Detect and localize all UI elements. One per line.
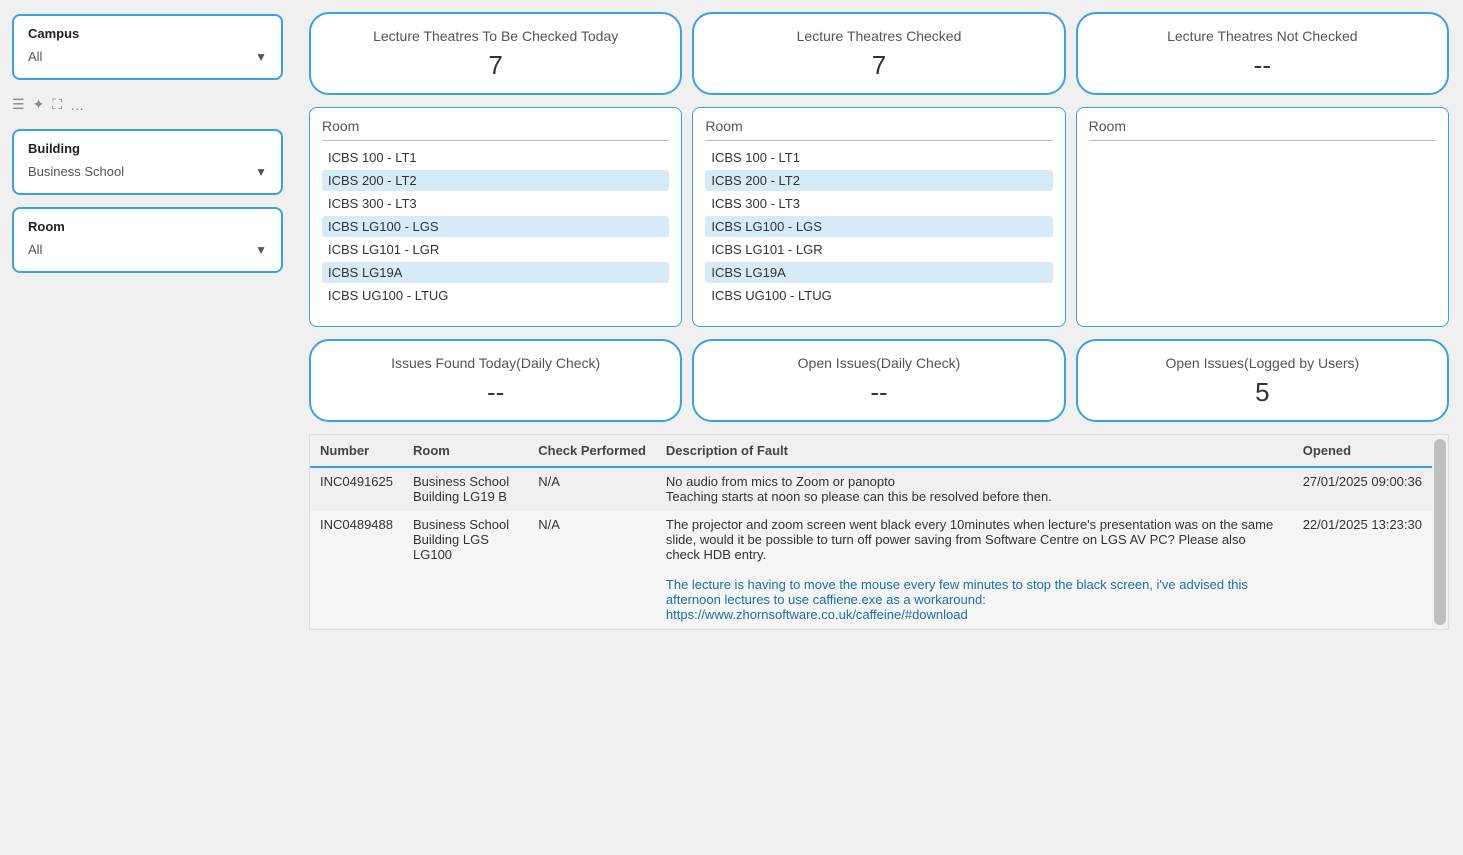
stat-card-open-daily: Open Issues(Daily Check) -- [692,339,1065,422]
room-card-to-check-header: Room [322,118,669,141]
campus-label: Campus [28,26,267,41]
to-be-checked-title: Lecture Theatres To Be Checked Today [327,28,664,44]
room-item[interactable]: ICBS LG101 - LGR [322,239,669,260]
room-item[interactable]: ICBS 100 - LT1 [322,147,669,168]
col-room: Room [403,435,528,467]
room-card-checked: Room ICBS 100 - LT1ICBS 200 - LT2ICBS 30… [692,107,1065,327]
main-content: Lecture Theatres To Be Checked Today 7 L… [295,0,1463,855]
cell-opened: 27/01/2025 09:00:36 [1293,467,1432,511]
col-check-performed: Check Performed [528,435,656,467]
table-row[interactable]: INC0489488 Business School Building LGS … [310,511,1432,629]
checked-value: 7 [710,50,1047,81]
room-item[interactable]: ICBS 300 - LT3 [705,193,1052,214]
open-daily-value: -- [710,377,1047,408]
col-description: Description of Fault [656,435,1293,467]
sidebar: Campus All ▼ ☰ ✦ ⛶ … Building Business S… [0,0,295,855]
issues-table: Number Room Check Performed Description … [310,435,1432,629]
issues-found-value: -- [327,377,664,408]
cell-number: INC0491625 [310,467,403,511]
room-item[interactable]: ICBS 200 - LT2 [705,170,1052,191]
room-item[interactable]: ICBS UG100 - LTUG [322,285,669,306]
col-opened: Opened [1293,435,1432,467]
cell-opened: 22/01/2025 13:23:30 [1293,511,1432,629]
cell-room: Business School Building LG19 B [403,467,528,511]
scrollbar[interactable] [1434,439,1446,625]
checked-title: Lecture Theatres Checked [710,28,1047,44]
top-stat-cards-row: Lecture Theatres To Be Checked Today 7 L… [309,12,1449,95]
open-users-value: 5 [1094,377,1431,408]
campus-select[interactable]: All ▼ [28,47,267,66]
room-item[interactable]: ICBS LG100 - LGS [705,216,1052,237]
campus-chevron-icon: ▼ [255,50,267,64]
cell-description: No audio from mics to Zoom or panoptoTea… [656,467,1293,511]
cell-check-performed: N/A [528,467,656,511]
expand-icon[interactable]: ⛶ [52,96,62,113]
campus-filter-card: Campus All ▼ [12,14,283,80]
col-number: Number [310,435,403,467]
building-chevron-icon: ▼ [255,165,267,179]
room-filter-card: Room All ▼ [12,207,283,273]
campus-value: All [28,49,42,64]
checked-rooms-list: ICBS 100 - LT1ICBS 200 - LT2ICBS 300 - L… [705,147,1052,306]
room-cards-row: Room ICBS 100 - LT1ICBS 200 - LT2ICBS 30… [309,107,1449,327]
not-checked-title: Lecture Theatres Not Checked [1094,28,1431,44]
building-select[interactable]: Business School ▼ [28,162,267,181]
room-card-to-check: Room ICBS 100 - LT1ICBS 200 - LT2ICBS 30… [309,107,682,327]
stat-card-not-checked: Lecture Theatres Not Checked -- [1076,12,1449,95]
issues-table-wrapper: Number Room Check Performed Description … [309,434,1449,630]
not-checked-value: -- [1094,50,1431,81]
stat-card-to-be-checked: Lecture Theatres To Be Checked Today 7 [309,12,682,95]
stat-card-issues-found: Issues Found Today(Daily Check) -- [309,339,682,422]
building-value: Business School [28,164,124,179]
issues-found-title: Issues Found Today(Daily Check) [327,355,664,371]
more-icon[interactable]: … [70,97,84,113]
to-be-checked-value: 7 [327,50,664,81]
bottom-stat-cards-row: Issues Found Today(Daily Check) -- Open … [309,339,1449,422]
building-label: Building [28,141,267,156]
room-item[interactable]: ICBS LG19A [705,262,1052,283]
stat-card-checked: Lecture Theatres Checked 7 [692,12,1065,95]
cell-description: The projector and zoom screen went black… [656,511,1293,629]
stat-card-open-users: Open Issues(Logged by Users) 5 [1076,339,1449,422]
room-item[interactable]: ICBS LG19A [322,262,669,283]
room-item[interactable]: ICBS LG100 - LGS [322,216,669,237]
room-value: All [28,242,42,257]
room-card-checked-header: Room [705,118,1052,141]
room-item[interactable]: ICBS LG101 - LGR [705,239,1052,260]
cell-number: INC0489488 [310,511,403,629]
cell-room: Business School Building LGS LG100 [403,511,528,629]
table-row[interactable]: INC0491625 Business School Building LG19… [310,467,1432,511]
to-check-rooms-list: ICBS 100 - LT1ICBS 200 - LT2ICBS 300 - L… [322,147,669,306]
room-item[interactable]: ICBS UG100 - LTUG [705,285,1052,306]
cell-check-performed: N/A [528,511,656,629]
building-filter-card: Building Business School ▼ [12,129,283,195]
filter-icon[interactable]: ☰ [12,96,25,113]
room-card-not-checked-header: Room [1089,118,1436,141]
room-item[interactable]: ICBS 100 - LT1 [705,147,1052,168]
room-label: Room [28,219,267,234]
open-users-title: Open Issues(Logged by Users) [1094,355,1431,371]
star-icon[interactable]: ✦ [33,96,45,113]
room-select[interactable]: All ▼ [28,240,267,259]
room-item[interactable]: ICBS 200 - LT2 [322,170,669,191]
toolbar-row: ☰ ✦ ⛶ … [12,92,283,117]
open-daily-title: Open Issues(Daily Check) [710,355,1047,371]
room-chevron-icon: ▼ [255,243,267,257]
room-card-not-checked: Room [1076,107,1449,327]
room-item[interactable]: ICBS 300 - LT3 [322,193,669,214]
issues-table-scroll[interactable]: Number Room Check Performed Description … [310,435,1432,629]
